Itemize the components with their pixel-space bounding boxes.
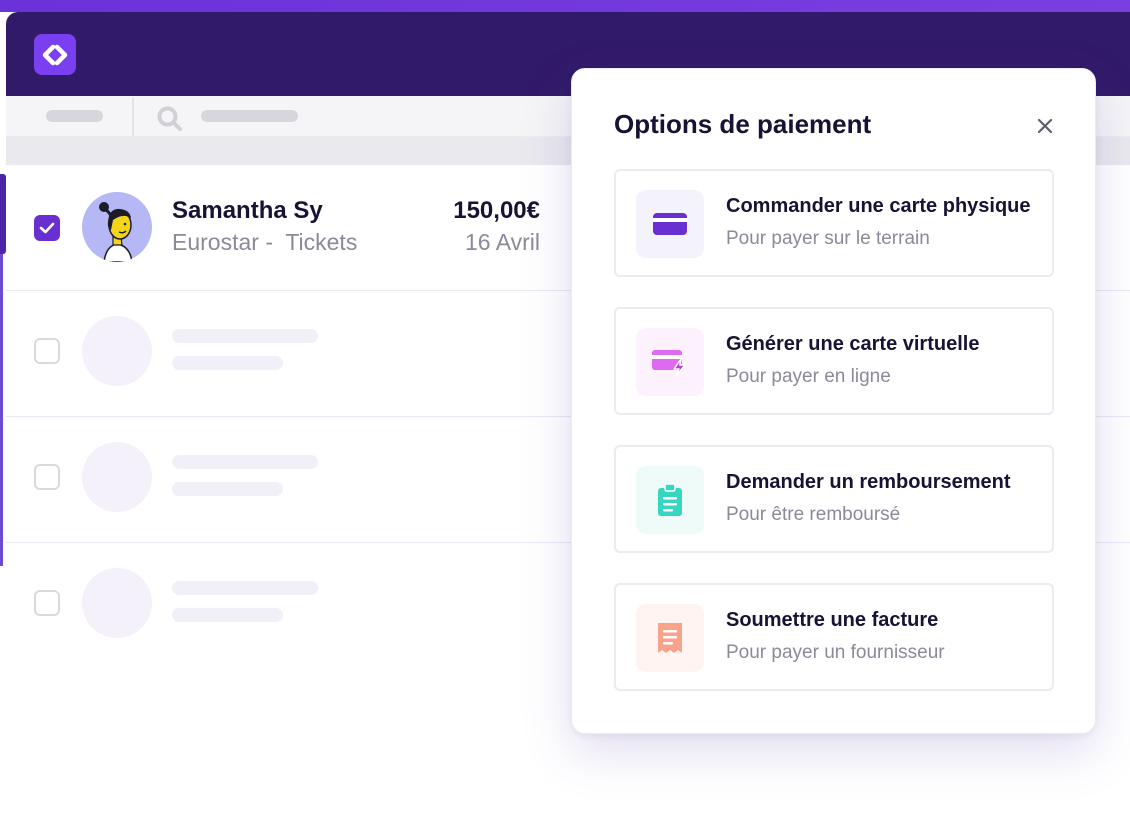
- text-placeholder: [172, 608, 283, 622]
- toolbar-divider: [132, 98, 134, 136]
- avatar-placeholder: [82, 442, 152, 512]
- avatar-placeholder: [82, 316, 152, 386]
- text-placeholder: [172, 455, 318, 469]
- close-icon: [1037, 118, 1053, 134]
- payee-description: Eurostar - Tickets: [172, 229, 358, 255]
- text-placeholder: [172, 329, 318, 343]
- option-title: Générer une carte virtuelle: [726, 333, 980, 355]
- option-subtitle: Pour payer sur le terrain: [726, 228, 930, 249]
- option-title: Soumettre une facture: [726, 609, 939, 631]
- window-top-strip: [0, 0, 1130, 12]
- text-placeholder: [172, 482, 283, 496]
- search-input-placeholder[interactable]: [201, 110, 298, 122]
- app-logo[interactable]: [34, 34, 76, 75]
- selected-row-indicator: [0, 174, 6, 254]
- option-icon-tile: [636, 466, 704, 534]
- sidebar-edge: [0, 254, 3, 566]
- card-icon: [653, 213, 687, 235]
- check-icon: [39, 222, 55, 234]
- option-icon-tile: [636, 190, 704, 258]
- option-physical-card[interactable]: Commander une carte physique Pour payer …: [614, 169, 1054, 277]
- payment-options-dialog: Options de paiement Commander une carte …: [571, 68, 1096, 734]
- transaction-date: 16 Avril: [464, 229, 540, 255]
- close-button[interactable]: [1033, 114, 1057, 138]
- option-subtitle: Pour payer en ligne: [726, 366, 891, 387]
- option-virtual-card[interactable]: Générer une carte virtuelle Pour payer e…: [614, 307, 1054, 415]
- option-subtitle: Pour être remboursé: [726, 504, 901, 525]
- text-placeholder: [172, 356, 283, 370]
- option-subtitle: Pour payer un fournisseur: [726, 642, 945, 663]
- virtual-card-icon: [652, 350, 686, 377]
- avatar-placeholder: [82, 568, 152, 638]
- filter-placeholder[interactable]: [46, 110, 103, 122]
- option-reimbursement[interactable]: Demander un remboursement Pour être remb…: [614, 445, 1054, 553]
- person-illustration: [99, 202, 133, 262]
- option-title: Commander une carte physique: [726, 195, 1031, 217]
- row-checkbox[interactable]: [34, 215, 60, 241]
- receipt-icon: [658, 623, 682, 653]
- option-icon-tile: [636, 604, 704, 672]
- option-icon-tile: [636, 328, 704, 396]
- row-checkbox[interactable]: [34, 464, 60, 490]
- clipboard-icon: [658, 483, 682, 516]
- avatar: [82, 192, 152, 262]
- text-placeholder: [172, 581, 318, 595]
- row-checkbox[interactable]: [34, 338, 60, 364]
- logo-arrows-icon: [42, 44, 68, 65]
- payee-name: Samantha Sy: [172, 197, 323, 224]
- dialog-title: Options de paiement: [614, 109, 872, 139]
- option-invoice[interactable]: Soumettre une facture Pour payer un four…: [614, 583, 1054, 691]
- option-title: Demander un remboursement: [726, 471, 1011, 493]
- search-icon[interactable]: [156, 105, 184, 133]
- row-checkbox[interactable]: [34, 590, 60, 616]
- transaction-amount: 150,00€: [453, 197, 540, 224]
